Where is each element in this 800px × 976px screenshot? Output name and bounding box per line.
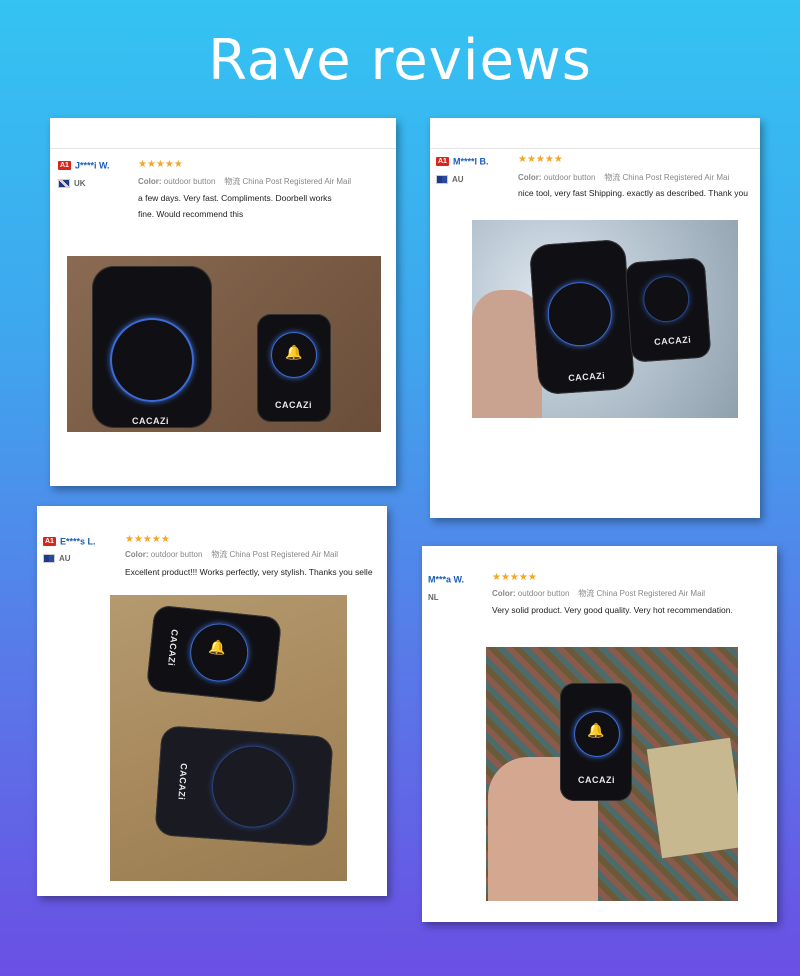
reviewer-country: AU — [452, 175, 464, 184]
reviewer-country: AU — [59, 554, 71, 563]
brand-logo: CACAZi — [132, 416, 169, 426]
uk-flag-icon — [58, 179, 70, 189]
brand-logo: CACAZi — [166, 628, 180, 667]
brand-logo: CACAZi — [653, 334, 692, 348]
doorbell-receiver: CACAZi — [92, 266, 212, 428]
review-text-line: Very solid product. Very good quality. V… — [492, 605, 733, 615]
review-text-line: a few days. Very fast. Compliments. Door… — [138, 193, 332, 203]
color-label: Color: — [125, 550, 149, 559]
shipping-value: China Post Registered Air Mail — [596, 589, 706, 598]
reviewer-country: UK — [74, 179, 86, 188]
review-card: M***a W. NL ★★★★★ Color: outdoor button … — [422, 546, 777, 922]
shipping-value: China Post Registered Air Mai — [622, 173, 730, 182]
doorbell-button: 🔔 CACAZi — [257, 314, 331, 422]
brand-logo: CACAZi — [578, 775, 615, 785]
divider — [50, 148, 396, 149]
doorbell-receiver: CACAZi — [154, 725, 334, 847]
shipping-label: 物流 — [604, 173, 621, 182]
review-photo[interactable]: 🔔 CACAZi CACAZi — [110, 595, 347, 881]
rating-stars: ★★★★★ — [138, 159, 183, 170]
review-meta: Color: outdoor button 物流 China Post Regi… — [492, 588, 705, 599]
review-photo[interactable]: CACAZi CACAZi — [472, 220, 738, 418]
led-ring — [641, 274, 691, 324]
shipping-label: 物流 — [578, 589, 595, 598]
shipping-label: 物流 — [224, 177, 241, 186]
led-ring — [209, 742, 297, 831]
rating-stars: ★★★★★ — [492, 572, 537, 583]
review-text-line: fine. Would recommend this — [138, 209, 244, 219]
level-badge: A1 — [436, 157, 449, 167]
bell-icon: 🔔 — [587, 722, 605, 738]
box — [646, 737, 738, 859]
hand — [472, 290, 542, 418]
reviewer-name: E****s L. — [59, 536, 96, 547]
au-flag-icon — [43, 554, 55, 564]
review-card: A1 M****l B. AU ★★★★★ Color: outdoor butt… — [430, 118, 760, 518]
page-title: Rave reviews — [208, 28, 592, 93]
review-photo[interactable]: 🔔 CACAZi — [486, 647, 738, 901]
led-ring — [545, 279, 614, 349]
doorbell-button: CACAZi — [624, 257, 712, 363]
color-label: Color: — [518, 173, 542, 182]
color-value: outdoor button — [163, 177, 216, 186]
level-badge: A1 — [43, 537, 56, 547]
review-photo[interactable]: CACAZi 🔔 CACAZi — [67, 256, 381, 432]
led-ring — [110, 318, 194, 402]
shipping-value: China Post Registered Air Mail — [229, 550, 339, 559]
review-meta: Color: outdoor button 物流 China Post Regi… — [518, 172, 729, 183]
doorbell-receiver: CACAZi — [528, 238, 636, 396]
color-value: outdoor button — [543, 173, 596, 182]
doorbell-button: 🔔 CACAZi — [560, 683, 632, 801]
reviewer-country: NL — [428, 593, 439, 602]
brand-logo: CACAZi — [275, 400, 312, 410]
bell-icon: 🔔 — [207, 638, 227, 657]
reviewer-name: M****l B. — [452, 156, 489, 167]
reviewer-name: J****i W. — [74, 160, 110, 171]
color-label: Color: — [492, 589, 516, 598]
level-badge: A1 — [58, 161, 71, 171]
divider — [430, 148, 760, 149]
shipping-label: 物流 — [211, 550, 228, 559]
shipping-value: China Post Registered Air Mail — [242, 177, 352, 186]
bell-icon: 🔔 — [285, 344, 303, 360]
brand-logo: CACAZi — [176, 762, 189, 801]
review-text-line: Excellent product!!! Works perfectly, ve… — [125, 567, 373, 577]
au-flag-icon — [436, 175, 448, 185]
review-text-line: nice tool, very fast Shipping. exactly a… — [518, 188, 748, 198]
doorbell-button: 🔔 CACAZi — [145, 604, 283, 704]
reviewer-name: M***a W. — [428, 574, 465, 585]
rating-stars: ★★★★★ — [518, 154, 563, 165]
color-value: outdoor button — [517, 589, 570, 598]
review-card: A1 J****i W. UK ★★★★★ Color: outdoor butt… — [50, 118, 396, 486]
color-value: outdoor button — [150, 550, 203, 559]
review-meta: Color: outdoor button 物流 China Post Regi… — [125, 549, 338, 560]
brand-logo: CACAZi — [567, 370, 606, 384]
rating-stars: ★★★★★ — [125, 534, 170, 545]
color-label: Color: — [138, 177, 162, 186]
review-meta: Color: outdoor button 物流 China Post Regi… — [138, 176, 351, 187]
review-card: A1 E****s L. AU ★★★★★ Color: outdoor butt… — [37, 506, 387, 896]
